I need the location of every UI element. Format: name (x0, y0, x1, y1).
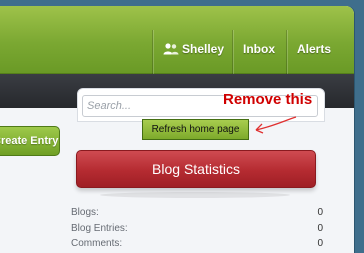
stat-label: Blogs: (71, 207, 99, 218)
stat-value: 0 (317, 238, 323, 249)
nav-alerts-link[interactable]: Alerts (286, 30, 354, 74)
stat-value: 0 (317, 207, 323, 218)
stat-row-blogs: Blogs: 0 (71, 207, 323, 221)
stat-row-blog-entries: Blog Entries: 0 (71, 223, 323, 237)
nav-user-link[interactable]: Shelley (152, 30, 232, 74)
annotation-remove-label: Remove this (223, 91, 313, 108)
nav-alerts-label: Alerts (297, 42, 332, 56)
nav-user-label: Shelley (182, 42, 225, 56)
top-navigation-bar: Shelley Inbox Alerts (0, 6, 354, 74)
annotation-arrow-icon (255, 116, 297, 134)
stat-label: Comments: (71, 238, 123, 249)
stat-label: Blog Entries: (71, 223, 128, 234)
blog-statistics-button[interactable]: Blog Statistics (76, 150, 316, 188)
stats-button-shadow (100, 192, 290, 198)
refresh-home-page-button[interactable]: Refresh home page (142, 119, 249, 140)
stat-value: 0 (317, 223, 323, 234)
stat-row-comments: Comments: 0 (71, 238, 323, 252)
users-icon (163, 43, 179, 55)
create-entry-button[interactable]: Create Entry (0, 126, 60, 156)
nav-inbox-label: Inbox (243, 42, 275, 56)
nav-inbox-link[interactable]: Inbox (232, 30, 286, 74)
